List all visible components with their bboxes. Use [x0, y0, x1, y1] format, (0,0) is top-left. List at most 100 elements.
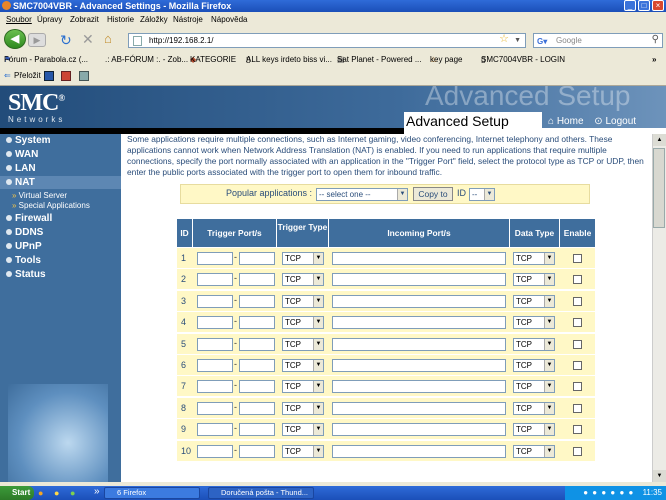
data-type-select[interactable]: TCP ▼: [513, 380, 555, 394]
logout-link[interactable]: ⊙ Logout: [594, 116, 636, 127]
close-button[interactable]: ×: [652, 0, 664, 11]
trigger-port-end-input[interactable]: [239, 444, 275, 458]
incoming-ports-input[interactable]: [332, 359, 506, 372]
home-link[interactable]: ⌂ Home: [548, 116, 584, 127]
trigger-type-select[interactable]: TCP ▼: [282, 316, 324, 330]
incoming-ports-input[interactable]: [332, 380, 506, 394]
enable-checkbox[interactable]: [573, 296, 582, 306]
enable-checkbox[interactable]: [573, 254, 582, 263]
sidebar-item-upnp[interactable]: UPnP: [6, 241, 42, 252]
trigger-port-start-input[interactable]: [197, 294, 233, 308]
sidebar-item-system[interactable]: System: [6, 135, 51, 146]
copy-to-button[interactable]: Copy to: [413, 187, 453, 201]
taskbar-thunderbird[interactable]: Doručená pošta - Thund...: [208, 487, 314, 499]
trigger-type-select[interactable]: TCP ▼: [282, 401, 324, 415]
trigger-port-start-input[interactable]: [197, 444, 233, 458]
back-icon[interactable]: ◀: [4, 29, 26, 49]
bookmark-star-icon[interactable]: ☆: [499, 33, 509, 46]
trigger-port-start-input[interactable]: [197, 359, 233, 372]
incoming-ports-input[interactable]: [332, 294, 506, 308]
popular-applications-select[interactable]: -- select one -- ▼: [316, 188, 408, 201]
incoming-ports-input[interactable]: [332, 337, 506, 351]
sidebar-item-lan[interactable]: LAN: [6, 163, 36, 174]
data-type-select[interactable]: TCP ▼: [513, 337, 555, 351]
start-button[interactable]: Start: [0, 486, 34, 500]
data-type-select[interactable]: TCP ▼: [513, 359, 555, 372]
incoming-ports-input[interactable]: [332, 273, 506, 287]
reload-icon[interactable]: ↻: [60, 32, 72, 49]
trigger-type-select[interactable]: TCP ▼: [282, 444, 324, 458]
enable-checkbox[interactable]: [573, 382, 582, 392]
scroll-up-icon[interactable]: ▲: [653, 134, 666, 146]
data-type-select[interactable]: TCP ▼: [513, 423, 555, 437]
id-select[interactable]: -- ▼: [469, 188, 495, 201]
data-type-select[interactable]: TCP ▼: [513, 273, 555, 287]
menu-historie[interactable]: Historie: [107, 12, 134, 28]
translate-tool-icon[interactable]: [44, 71, 54, 81]
data-type-select[interactable]: TCP ▼: [513, 294, 555, 308]
quicklaunch-overflow-icon[interactable]: »: [94, 486, 100, 497]
trigger-type-select[interactable]: TCP ▼: [282, 359, 324, 372]
incoming-ports-input[interactable]: [332, 401, 506, 415]
menu-zalozky[interactable]: Záložky: [140, 12, 168, 28]
dropdown-arrow-icon[interactable]: ▼: [514, 34, 521, 47]
trigger-port-start-input[interactable]: [197, 316, 233, 330]
trigger-port-end-input[interactable]: [239, 359, 275, 372]
menu-nastroje[interactable]: Nástroje: [173, 12, 203, 28]
trigger-type-select[interactable]: TCP ▼: [282, 252, 324, 265]
translate-settings-icon[interactable]: [79, 71, 89, 81]
sidebar-item-ddns[interactable]: DDNS: [6, 227, 43, 238]
trigger-type-select[interactable]: TCP ▼: [282, 423, 324, 437]
sidebar-item-tools[interactable]: Tools: [6, 255, 41, 266]
trigger-type-select[interactable]: TCP ▼: [282, 273, 324, 287]
menu-napoveda[interactable]: Nápověda: [211, 12, 247, 28]
menu-upravy[interactable]: Úpravy: [37, 12, 62, 28]
trigger-port-start-input[interactable]: [197, 337, 233, 351]
data-type-select[interactable]: TCP ▼: [513, 252, 555, 265]
enable-checkbox[interactable]: [573, 446, 582, 456]
incoming-ports-input[interactable]: [332, 316, 506, 330]
trigger-type-select[interactable]: TCP ▼: [282, 337, 324, 351]
trigger-port-end-input[interactable]: [239, 273, 275, 287]
data-type-select[interactable]: TCP ▼: [513, 316, 555, 330]
incoming-ports-input[interactable]: [332, 444, 506, 458]
taskbar-firefox-group[interactable]: 6 Firefox: [104, 487, 200, 499]
minimize-button[interactable]: _: [624, 0, 636, 11]
quicklaunch-thunderbird-icon[interactable]: ●: [54, 488, 59, 498]
trigger-port-start-input[interactable]: [197, 273, 233, 287]
incoming-ports-input[interactable]: [332, 252, 506, 265]
bookmarks-overflow-icon[interactable]: »: [652, 52, 656, 68]
enable-checkbox[interactable]: [573, 339, 582, 349]
translate-flag-icon[interactable]: [61, 71, 71, 81]
menu-zobrazit[interactable]: Zobrazit: [70, 12, 99, 28]
sidebar-item-nat[interactable]: NAT: [6, 177, 35, 188]
enable-checkbox[interactable]: [573, 361, 582, 370]
enable-checkbox[interactable]: [573, 403, 582, 413]
sidebar-sub-special-applications[interactable]: » Special Applications: [12, 201, 90, 210]
incoming-ports-input[interactable]: [332, 423, 506, 437]
trigger-port-end-input[interactable]: [239, 380, 275, 394]
trigger-port-end-input[interactable]: [239, 252, 275, 265]
search-icon[interactable]: ⚲: [652, 33, 659, 46]
enable-checkbox[interactable]: [573, 318, 582, 328]
trigger-port-start-input[interactable]: [197, 423, 233, 437]
trigger-type-select[interactable]: TCP ▼: [282, 380, 324, 394]
enable-checkbox[interactable]: [573, 425, 582, 435]
address-bar[interactable]: http://192.168.2.1/ ☆ ▼: [128, 33, 526, 48]
trigger-port-end-input[interactable]: [239, 423, 275, 437]
sidebar-sub-virtual-server[interactable]: » Virtual Server: [12, 191, 67, 200]
trigger-port-end-input[interactable]: [239, 401, 275, 415]
home-icon[interactable]: ⌂: [104, 31, 112, 46]
trigger-type-select[interactable]: TCP ▼: [282, 294, 324, 308]
data-type-select[interactable]: TCP ▼: [513, 401, 555, 415]
forward-icon[interactable]: ▶: [28, 33, 46, 47]
scrollbar-thumb[interactable]: [653, 148, 665, 228]
trigger-port-end-input[interactable]: [239, 337, 275, 351]
trigger-port-start-input[interactable]: [197, 380, 233, 394]
data-type-select[interactable]: TCP ▼: [513, 444, 555, 458]
quicklaunch-firefox-icon[interactable]: ●: [38, 488, 43, 498]
tray-icons[interactable]: ● ● ● ● ● ●: [583, 488, 634, 497]
scroll-down-icon[interactable]: ▼: [653, 470, 666, 482]
trigger-port-start-input[interactable]: [197, 252, 233, 265]
search-input[interactable]: G▾ Google ⚲: [533, 33, 663, 48]
